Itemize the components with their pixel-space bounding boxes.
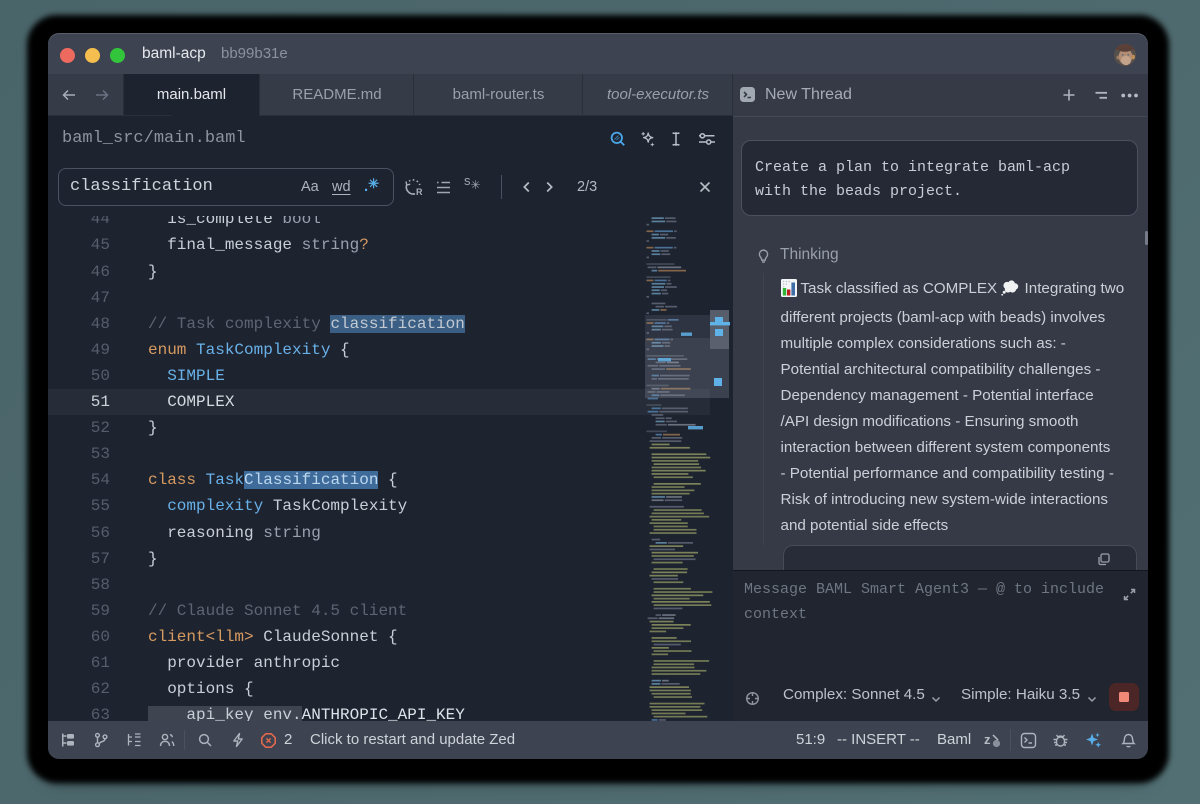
svg-text:z: z [984,732,991,747]
svg-text:R: R [416,187,423,197]
